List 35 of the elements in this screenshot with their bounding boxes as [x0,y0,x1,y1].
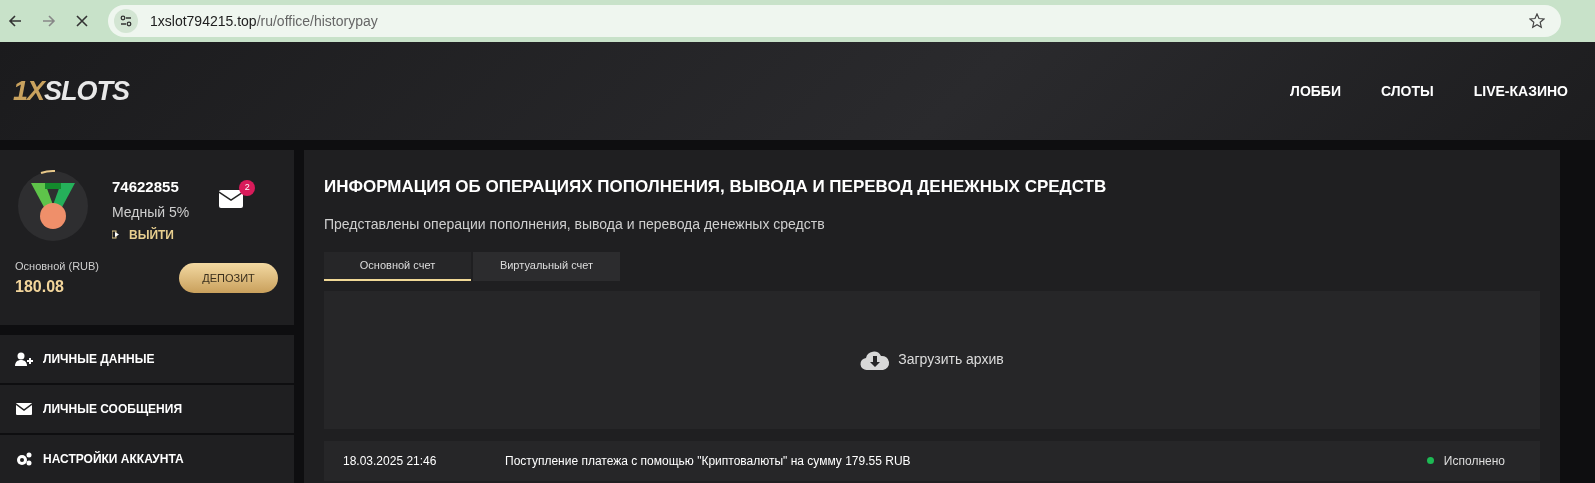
back-icon[interactable] [8,14,22,28]
deposit-button[interactable]: ДЕПОЗИТ [179,263,278,294]
gears-icon [16,452,32,466]
transaction-date: 18.03.2025 21:46 [343,452,438,470]
medal-icon [15,168,91,244]
address-bar[interactable]: 1xslot794215.top/ru/office/historypay [108,5,1561,37]
logout-link[interactable]: ВЫЙТИ [112,225,190,244]
transaction-status: Исполнено [1443,452,1505,470]
nav-link[interactable]: ЛОББИ [1290,80,1341,102]
download-archive-button[interactable]: Загрузить архив [860,348,1004,371]
nav-link[interactable]: LIVE-КАЗИНО [1473,80,1568,102]
close-icon[interactable] [76,15,88,27]
envelope-icon[interactable] [219,190,244,208]
nav-link[interactable]: СЛОТЫ [1381,80,1434,102]
account-tab[interactable]: Основной счет [324,251,471,281]
sidebar-menu-item[interactable]: НАСТРОЙКИ АККАУНТА [0,435,294,483]
user-level: Медный 5% [112,202,190,222]
page-title: ИНФОРМАЦИЯ ОБ ОПЕРАЦИЯХ ПОПОЛНЕНИЯ, ВЫВОДА И ПЕРЕВОД ДЕНЕЖНЫХ СРЕДСТВ [324,176,1108,198]
star-icon[interactable] [1529,13,1545,29]
logo[interactable]: 1XSLOTS [13,70,130,112]
forward-icon[interactable] [42,14,56,28]
balance-label: Основной (RUB) [15,259,100,274]
page-subtitle: Представлены операции пополнения, вывода и перевода денежных средств [324,214,826,234]
transaction-description: Поступление платежа с помощью "Криптовалюты" на сумму 179.55 RUB [505,452,912,470]
sidebar-menu-item[interactable]: ЛИЧНЫЕ СООБЩЕНИЯ [0,385,294,433]
message-count-badge: 2 [239,180,256,196]
sidebar-menu-item[interactable]: ЛИЧНЫЕ ДАННЫЕ [0,335,294,383]
balance-amount: 180.08 [15,276,65,297]
add-user-icon [15,352,33,366]
exit-icon [112,230,121,239]
user-id: 74622855 [112,177,180,197]
url-text: 1xslot794215.top/ru/office/historypay [150,11,379,31]
site-settings-icon[interactable] [114,9,138,33]
envelope-icon [16,403,32,415]
account-tab[interactable]: Виртуальный счет [473,251,620,281]
